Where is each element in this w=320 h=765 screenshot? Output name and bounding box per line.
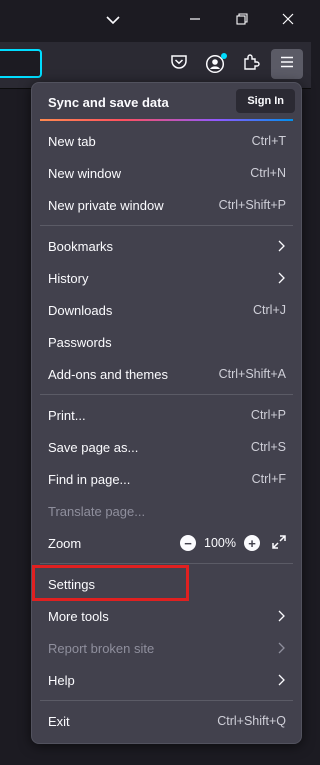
url-bar[interactable] xyxy=(0,49,42,78)
zoom-row: Zoom − 100% + xyxy=(48,527,286,559)
menu-item-label: Exit xyxy=(48,713,70,729)
menu-item-label: History xyxy=(48,270,89,286)
restore-button[interactable] xyxy=(227,0,257,42)
menu-item-find-in-page[interactable]: Find in page... Ctrl+F xyxy=(48,463,286,495)
sign-in-button[interactable]: Sign In xyxy=(236,89,295,113)
account-icon xyxy=(205,53,227,74)
menu-separator xyxy=(40,563,293,564)
menu-item-label: Passwords xyxy=(48,334,112,350)
menu-item-translate-page: Translate page... xyxy=(48,495,286,527)
menu-item-bookmarks[interactable]: Bookmarks xyxy=(48,230,286,262)
account-button[interactable] xyxy=(202,51,228,77)
menu-item-new-window[interactable]: New window Ctrl+N xyxy=(48,157,286,189)
menu-item-label: New tab xyxy=(48,133,96,149)
menu-item-shortcut: Ctrl+Shift+Q xyxy=(217,714,286,728)
zoom-label: Zoom xyxy=(48,535,82,551)
pocket-icon xyxy=(170,54,188,75)
close-window-button[interactable] xyxy=(273,0,303,42)
menu-item-label: Save page as... xyxy=(48,439,139,455)
chevron-down-icon xyxy=(106,12,120,30)
restore-icon xyxy=(236,12,248,30)
menu-item-label: Add-ons and themes xyxy=(48,366,168,382)
menu-item-new-private-window[interactable]: New private window Ctrl+Shift+P xyxy=(48,189,286,221)
menu-item-passwords[interactable]: Passwords xyxy=(48,326,286,358)
menu-item-label: New private window xyxy=(48,197,164,213)
menu-item-shortcut: Ctrl+S xyxy=(250,440,286,454)
menu-item-label: Bookmarks xyxy=(48,238,114,254)
menu-item-shortcut: Ctrl+J xyxy=(253,303,286,317)
menu-item-shortcut: Ctrl+N xyxy=(250,166,286,180)
app-menu-button[interactable] xyxy=(271,49,303,79)
menu-separator xyxy=(40,225,293,226)
zoom-reset-button[interactable]: 100% xyxy=(204,536,236,550)
menu-item-shortcut: Ctrl+P xyxy=(250,408,286,422)
menu-item-label: New window xyxy=(48,165,121,181)
menu-item-label: Help xyxy=(48,672,75,688)
menu-item-label: Print... xyxy=(48,407,86,423)
menu-item-label: Find in page... xyxy=(48,471,131,487)
extensions-icon xyxy=(242,53,260,76)
minimize-icon xyxy=(189,12,201,30)
menu-separator xyxy=(40,394,293,395)
menu-item-exit[interactable]: Exit Ctrl+Shift+Q xyxy=(48,705,286,737)
menu-item-label: Translate page... xyxy=(48,503,146,519)
extensions-button[interactable] xyxy=(238,51,264,77)
menu-item-print[interactable]: Print... Ctrl+P xyxy=(48,399,286,431)
menu-separator xyxy=(40,700,293,701)
menu-item-more-tools[interactable]: More tools xyxy=(48,600,286,632)
menu-item-shortcut: Ctrl+Shift+A xyxy=(218,367,286,381)
chevron-right-icon xyxy=(276,609,286,623)
notification-dot xyxy=(221,53,227,59)
menu-item-shortcut: Ctrl+T xyxy=(251,134,286,148)
menu-item-new-tab[interactable]: New tab Ctrl+T xyxy=(48,125,286,157)
pocket-button[interactable] xyxy=(166,51,192,77)
chevron-right-icon xyxy=(276,673,286,687)
menu-item-label: Downloads xyxy=(48,302,113,318)
menu-item-label: More tools xyxy=(48,608,109,624)
hamburger-menu-icon xyxy=(280,55,294,73)
menu-item-report-broken-site: Report broken site xyxy=(48,632,286,664)
app-menu-panel: Sync and save data Sign In New tab Ctrl+… xyxy=(31,82,302,744)
menu-item-shortcut: Ctrl+F xyxy=(251,472,286,486)
menu-item-addons[interactable]: Add-ons and themes Ctrl+Shift+A xyxy=(48,358,286,390)
minimize-button[interactable] xyxy=(180,0,210,42)
settings-highlight-box xyxy=(32,565,189,601)
sync-title: Sync and save data xyxy=(48,94,169,110)
menu-item-shortcut: Ctrl+Shift+P xyxy=(218,198,286,212)
chevron-right-icon xyxy=(276,641,286,655)
fullscreen-button[interactable] xyxy=(272,534,286,552)
chevron-right-icon xyxy=(276,271,286,285)
menu-item-downloads[interactable]: Downloads Ctrl+J xyxy=(48,294,286,326)
menu-item-save-page[interactable]: Save page as... Ctrl+S xyxy=(48,431,286,463)
chevron-right-icon xyxy=(276,239,286,253)
menu-item-label: Report broken site xyxy=(48,640,155,656)
zoom-out-button[interactable]: − xyxy=(180,535,196,551)
list-all-tabs-button[interactable] xyxy=(98,0,128,42)
title-bar xyxy=(0,0,311,42)
zoom-controls: − 100% + xyxy=(180,534,286,552)
menu-item-help[interactable]: Help xyxy=(48,664,286,696)
close-icon xyxy=(282,12,294,30)
sync-separator xyxy=(40,119,293,121)
menu-item-history[interactable]: History xyxy=(48,262,286,294)
fullscreen-expand-icon xyxy=(272,534,286,552)
zoom-in-button[interactable]: + xyxy=(244,535,260,551)
